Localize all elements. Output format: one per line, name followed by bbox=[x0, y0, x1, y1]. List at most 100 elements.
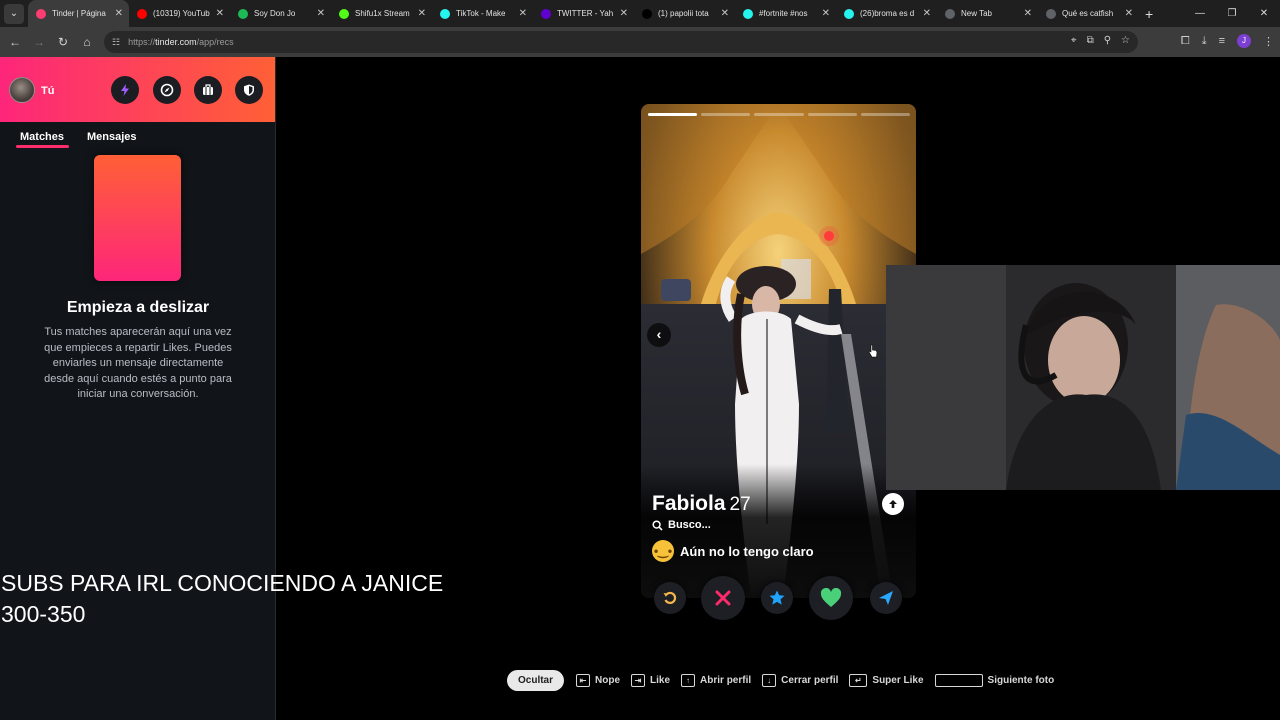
tab-favicon-icon bbox=[1046, 8, 1056, 19]
zoom-icon[interactable]: ⚲ bbox=[1104, 35, 1111, 46]
back-button[interactable]: ← bbox=[3, 35, 27, 49]
browser-tab[interactable]: (10319) YouTub ✕ bbox=[129, 0, 230, 27]
address-bar[interactable]: ☷ https://tinder.com/app/recs ⌖ ⧉ ⚲ ☆ bbox=[104, 31, 1138, 53]
like-button[interactable] bbox=[809, 576, 853, 620]
hint-nope-label: Nope bbox=[595, 675, 621, 686]
tab-close-icon[interactable]: ✕ bbox=[923, 8, 931, 19]
restore-icon[interactable]: ❐ bbox=[1216, 8, 1248, 19]
browser-toolbar: ← → ↻ ⌂ ☷ https://tinder.com/app/recs ⌖ … bbox=[0, 27, 1280, 57]
menu-kebab-icon[interactable]: ⋮ bbox=[1263, 35, 1274, 48]
boost-button[interactable] bbox=[111, 76, 139, 104]
hint-next-photo-label: Siguiente foto bbox=[987, 675, 1055, 686]
tab-close-icon[interactable]: ✕ bbox=[822, 8, 830, 19]
tab-favicon-icon bbox=[36, 8, 46, 19]
right-arrow-key-icon: ⇥ bbox=[631, 674, 646, 687]
travel-button[interactable] bbox=[194, 76, 222, 104]
tab-close-icon[interactable]: ✕ bbox=[418, 8, 426, 19]
tab-title: #fortnite #nos bbox=[759, 9, 808, 18]
previous-photo-button[interactable]: ‹ bbox=[647, 323, 671, 347]
browser-tab[interactable]: TikTok - Make ✕ bbox=[432, 0, 533, 27]
tab-close-icon[interactable]: ✕ bbox=[721, 8, 729, 19]
site-info-icon[interactable]: ☷ bbox=[112, 37, 120, 48]
super-like-button[interactable] bbox=[761, 582, 793, 614]
photo-progress-segment[interactable] bbox=[754, 113, 804, 116]
reload-button[interactable]: ↻ bbox=[51, 35, 75, 49]
tab-close-icon[interactable]: ✕ bbox=[216, 8, 224, 19]
browser-tab[interactable]: Soy Don Jo ✕ bbox=[230, 0, 331, 27]
reading-list-icon[interactable]: ≡ bbox=[1219, 35, 1225, 47]
photo-progress-segment[interactable] bbox=[860, 113, 911, 116]
photo-progress-segment[interactable] bbox=[807, 113, 857, 116]
close-window-icon[interactable]: ✕ bbox=[1248, 8, 1280, 19]
profile-avatar[interactable]: J bbox=[1237, 34, 1251, 48]
sidebar-header: Tú bbox=[0, 57, 275, 122]
tab-close-icon[interactable]: ✕ bbox=[519, 8, 527, 19]
tab-close-icon[interactable]: ✕ bbox=[1125, 8, 1133, 19]
safety-button[interactable] bbox=[235, 76, 263, 104]
enter-key-icon: ↵ bbox=[849, 674, 868, 687]
browser-tab[interactable]: Shifu1x Stream ✕ bbox=[331, 0, 432, 27]
tab-title: (26)broma es d bbox=[860, 9, 915, 18]
intent-text: Aún no lo tengo claro bbox=[680, 543, 814, 559]
photo-progress-segment[interactable] bbox=[648, 113, 698, 116]
tab-title: Soy Don Jo bbox=[254, 9, 296, 18]
tab-matches[interactable]: Matches bbox=[20, 131, 64, 143]
tab-close-icon[interactable]: ✕ bbox=[620, 8, 628, 19]
browser-tab[interactable]: (1) papolii tota ✕ bbox=[634, 0, 735, 27]
heart-icon bbox=[820, 588, 842, 607]
profile-age: 27 bbox=[729, 494, 751, 515]
browser-tab[interactable]: #fortnite #nos ✕ bbox=[735, 0, 836, 27]
tab-favicon-icon bbox=[339, 8, 349, 19]
tab-close-icon[interactable]: ✕ bbox=[317, 8, 325, 19]
address-bar-actions: ⌖ ⧉ ⚲ ☆ bbox=[1071, 35, 1130, 46]
tab-search-button[interactable]: ⌄ bbox=[4, 3, 24, 24]
boost-send-button[interactable] bbox=[870, 582, 902, 614]
action-buttons bbox=[650, 576, 910, 620]
open-profile-button[interactable] bbox=[882, 493, 904, 515]
minimize-icon[interactable]: — bbox=[1184, 8, 1216, 19]
extensions-icon[interactable]: ⧠ bbox=[1181, 35, 1190, 48]
explore-button[interactable] bbox=[153, 76, 181, 104]
photo-progress bbox=[648, 113, 911, 116]
tab-favicon-icon bbox=[238, 8, 248, 19]
tab-title: (10319) YouTub bbox=[153, 9, 210, 18]
rewind-button[interactable] bbox=[654, 582, 686, 614]
photo-progress-segment[interactable] bbox=[701, 113, 751, 116]
download-icon[interactable]: ⤓ bbox=[1202, 35, 1207, 48]
profile-name-line: Fabiola 27 bbox=[652, 492, 751, 516]
new-tab-button[interactable]: + bbox=[1145, 6, 1153, 22]
tab-close-icon[interactable]: ✕ bbox=[115, 8, 123, 19]
browser-tab[interactable]: Qué es catfish ✕ bbox=[1038, 0, 1139, 27]
tab-favicon-icon bbox=[844, 8, 854, 19]
bookmark-star-icon[interactable]: ☆ bbox=[1121, 35, 1130, 46]
hint-super-like: ↵ Super Like bbox=[849, 674, 924, 687]
tab-favicon-icon bbox=[541, 8, 551, 19]
home-button[interactable]: ⌂ bbox=[75, 35, 99, 49]
browser-tab[interactable]: New Tab ✕ bbox=[937, 0, 1038, 27]
webcam-overlay bbox=[886, 265, 1280, 490]
browser-tab-strip: ⌄ Tinder | Página ✕ (10319) YouTub ✕ Soy Don… bbox=[0, 0, 1280, 27]
tab-favicon-icon bbox=[440, 8, 450, 19]
hide-hints-button[interactable]: Ocultar bbox=[507, 670, 565, 691]
browser-tab[interactable]: (26)broma es d ✕ bbox=[836, 0, 937, 27]
tab-close-icon[interactable]: ✕ bbox=[1024, 8, 1032, 19]
space-key-icon bbox=[934, 674, 983, 687]
install-app-icon[interactable]: ⧉ bbox=[1087, 35, 1094, 46]
profile-link[interactable]: Tú bbox=[41, 85, 54, 97]
empty-state-description: Tus matches aparecerán aquí una vez que … bbox=[44, 326, 232, 400]
hint-open-profile: ↑ Abrir perfil bbox=[681, 674, 751, 687]
tab-list: Tinder | Página ✕ (10319) YouTub ✕ Soy Don J… bbox=[28, 0, 1139, 27]
hint-like-label: Like bbox=[650, 675, 671, 686]
url-host: tinder.com bbox=[155, 37, 197, 47]
tab-messages[interactable]: Mensajes bbox=[87, 131, 137, 143]
location-icon[interactable]: ⌖ bbox=[1071, 35, 1077, 46]
tab-favicon-icon bbox=[642, 8, 652, 19]
user-avatar[interactable] bbox=[9, 77, 35, 103]
tab-title: (1) papolii tota bbox=[658, 9, 709, 18]
nope-button[interactable] bbox=[701, 576, 745, 620]
browser-tab[interactable]: TWITTER - Yah ✕ bbox=[533, 0, 634, 27]
tab-favicon-icon bbox=[137, 8, 147, 19]
browser-tab[interactable]: Tinder | Página ✕ bbox=[28, 0, 129, 27]
forward-button[interactable]: → bbox=[27, 35, 51, 49]
lightning-icon bbox=[121, 84, 129, 96]
